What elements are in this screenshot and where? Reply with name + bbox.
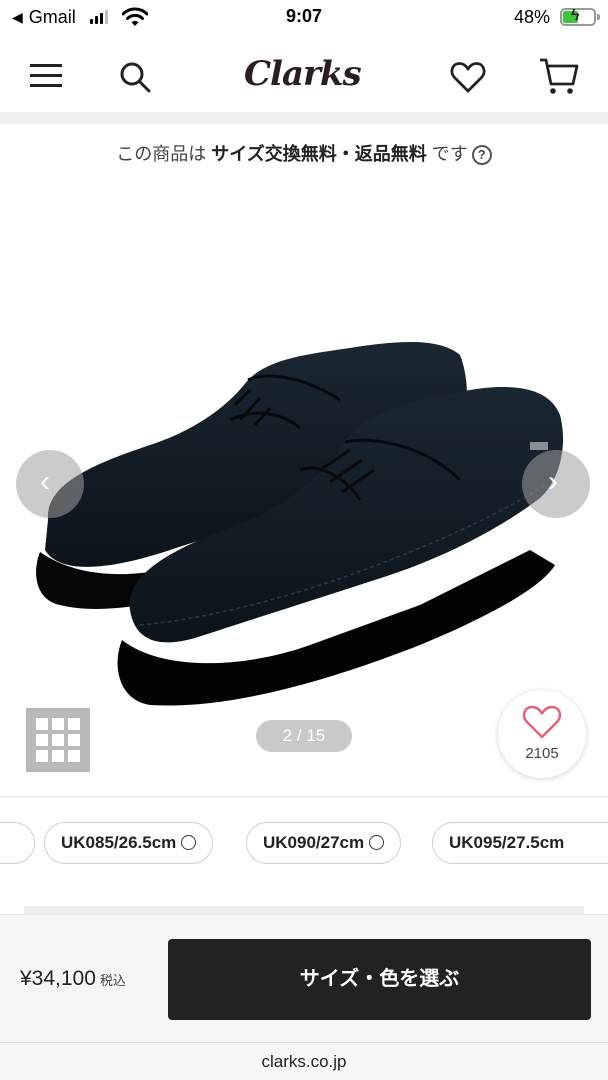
previous-image-button[interactable]: ‹: [16, 450, 84, 518]
available-circle-icon: [181, 835, 197, 850]
charging-bolt-icon: ϟ: [571, 7, 580, 24]
header-divider: [0, 112, 608, 124]
product-image-gallery[interactable]: ‹ › 2 / 15 2105: [0, 180, 608, 785]
battery-icon: ϟ: [560, 7, 600, 26]
select-size-color-button[interactable]: サイズ・色を選ぶ: [168, 939, 591, 1020]
tax-label: 税込: [99, 973, 126, 988]
url-text: clarks.co.jp: [261, 1052, 347, 1071]
purchase-bar: ¥34,100 税込 サイズ・色を選ぶ: [0, 914, 608, 1042]
search-icon[interactable]: [118, 60, 152, 94]
notice-prefix: この商品は: [116, 144, 212, 164]
cart-icon[interactable]: [538, 56, 580, 98]
free-exchange-notice: この商品は サイズ交換無料・返品無料 です?: [0, 140, 608, 166]
clarks-logo[interactable]: Clarks: [244, 54, 362, 94]
image-counter: 2 / 15: [256, 720, 352, 752]
heart-outline-icon: [522, 705, 562, 739]
size-label: UK090/27cm: [263, 833, 365, 852]
size-selector: UK085/26.5cm UK090/27cm UK095/27.5cm: [0, 822, 608, 866]
grid-view-icon[interactable]: [26, 708, 90, 772]
size-label: UK085/26.5cm: [61, 833, 177, 852]
notice-emphasis: サイズ交換無料・返品無料: [211, 144, 427, 164]
favorite-button[interactable]: 2105: [498, 690, 586, 778]
notice-suffix: です: [426, 144, 468, 164]
size-chip[interactable]: UK095/27.5cm: [432, 822, 608, 864]
heart-icon[interactable]: [450, 60, 486, 94]
site-header: Clarks: [0, 40, 608, 112]
battery-percent: 48%: [513, 7, 550, 27]
section-divider: [0, 796, 608, 797]
help-icon[interactable]: ?: [471, 145, 492, 165]
status-bar: ◀ Gmail 9:07 48% ϟ: [0, 0, 608, 36]
size-label: UK095/27.5cm: [449, 833, 565, 852]
size-chip[interactable]: UK085/26.5cm: [44, 822, 214, 864]
browser-url-bar[interactable]: clarks.co.jp: [0, 1042, 608, 1080]
size-chip[interactable]: [0, 822, 35, 864]
price-value: ¥34,100: [20, 967, 96, 990]
menu-icon[interactable]: [30, 62, 62, 90]
next-image-button[interactable]: ›: [522, 450, 590, 518]
size-chip[interactable]: UK090/27cm: [246, 822, 402, 864]
chevron-right-icon: ›: [548, 465, 558, 498]
favorite-count: 2105: [525, 745, 559, 762]
available-circle-icon: [369, 835, 385, 850]
price: ¥34,100 税込: [20, 967, 126, 991]
chevron-left-icon: ‹: [40, 465, 50, 498]
